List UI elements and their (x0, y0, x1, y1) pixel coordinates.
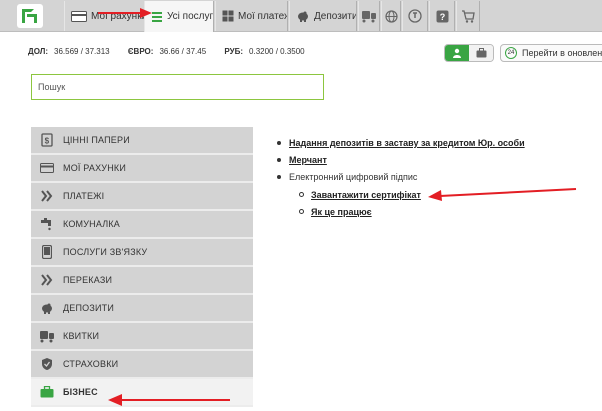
privatbank-logo-icon (22, 9, 37, 23)
menu-item-deposits[interactable]: ДЕПОЗИТИ (31, 295, 253, 323)
menu-item-label: ПЕРЕКАЗИ (63, 275, 113, 285)
menu-item-label: ПЛАТЕЖІ (63, 191, 105, 201)
usd-label: ДОЛ: (28, 47, 48, 56)
list-item: Електронний цифровий підпис (277, 170, 525, 187)
phone-icon (42, 245, 52, 259)
piggy-bank-icon (42, 303, 52, 314)
menu-item-label: ЦІННІ ПАПЕРИ (63, 135, 130, 145)
tickets-button[interactable] (358, 1, 380, 31)
menu-item-label: ДЕПОЗИТИ (63, 303, 115, 313)
tab-label: Мої платежі (238, 10, 288, 22)
tab-my-payments[interactable]: Мої платежі (215, 1, 288, 31)
menu-item-label: КВИТКИ (63, 331, 100, 341)
go-to-new-version-button[interactable]: 24 Перейти в оновлену (500, 44, 602, 62)
menu-item-label: МОЇ РАХУНКИ (63, 163, 127, 173)
piggy-bank-icon (298, 11, 308, 22)
business-mode-toggle[interactable] (469, 45, 493, 61)
menu-item-payments[interactable]: ПЛАТЕЖІ (31, 183, 253, 211)
user-icon (453, 48, 461, 58)
world-button[interactable] (381, 1, 401, 31)
usd-rate: 36.569 / 37.313 (54, 47, 110, 56)
menu-item-utilities[interactable]: КОМУНАЛКА (31, 211, 253, 239)
tab-label: Усі послуги (167, 11, 214, 22)
help-button[interactable]: ? (429, 1, 455, 31)
dial-icon (408, 9, 422, 23)
rub-rate: 0.3200 / 0.3500 (249, 47, 305, 56)
briefcase-icon (476, 48, 486, 58)
eur-label: ЄВРО: (127, 47, 154, 56)
transport-icon (362, 11, 376, 23)
list-item: Як це працює (277, 205, 525, 221)
faucet-icon (41, 218, 51, 231)
annotation-arrow-icon (108, 394, 230, 406)
annotation-arrow-icon (428, 188, 577, 201)
list-item: Мерчант (277, 153, 525, 170)
menu-item-insurance[interactable]: СТРАХОВКИ (31, 351, 253, 379)
double-chevron-icon (41, 274, 53, 286)
logo[interactable] (0, 0, 60, 32)
merchant-link[interactable]: Мерчант (289, 155, 327, 165)
svg-text:?: ? (439, 12, 445, 22)
globe-icon (384, 9, 398, 23)
menu-item-my-accounts[interactable]: МОЇ РАХУНКИ (31, 155, 253, 183)
svg-text:$: $ (45, 137, 50, 146)
deposit-collateral-link[interactable]: Надання депозитів в заставу за кредитом … (289, 138, 525, 148)
tab-deposits[interactable]: Депозити (289, 1, 357, 31)
briefcase-icon (40, 386, 54, 398)
rub-label: РУБ: (224, 47, 244, 56)
annotation-arrow-icon (98, 8, 152, 18)
dial-button[interactable] (402, 1, 428, 31)
menu-item-securities[interactable]: $ ЦІННІ ПАПЕРИ (31, 127, 253, 155)
cart-button[interactable] (456, 1, 480, 31)
eur-rate: 36.66 / 37.45 (159, 47, 207, 56)
help-icon: ? (436, 10, 448, 22)
menu-item-tickets[interactable]: КВИТКИ (31, 323, 253, 351)
privat24-badge-icon: 24 (505, 47, 517, 59)
esign-label: Електронний цифровий підпис (289, 172, 418, 182)
personal-mode-toggle[interactable] (445, 45, 469, 61)
top-navigation-bar: Мої рахунки Усі послуги Мої платежі Депо… (0, 0, 602, 32)
services-menu: $ ЦІННІ ПАПЕРИ МОЇ РАХУНКИ ПЛАТЕЖІ КОМУН… (31, 127, 253, 407)
transport-icon (40, 331, 54, 343)
download-certificate-link[interactable]: Завантажити сертифікат (311, 190, 421, 200)
menu-item-transfers[interactable]: ПЕРЕКАЗИ (31, 267, 253, 295)
business-services-list: Надання депозитів в заставу за кредитом … (277, 136, 525, 221)
card-icon (71, 10, 87, 22)
menu-item-label: СТРАХОВКИ (63, 359, 119, 369)
shield-icon (42, 358, 52, 370)
double-chevron-icon (41, 190, 53, 202)
role-switch (444, 44, 494, 62)
go-to-new-version-label: Перейти в оновлену (522, 48, 602, 58)
list-item: Надання депозитів в заставу за кредитом … (277, 136, 525, 153)
grid-icon (222, 10, 234, 22)
tab-label: Депозити (314, 10, 357, 22)
menu-item-label: БІЗНЕС (63, 387, 98, 397)
cart-icon (462, 9, 475, 23)
document-dollar-icon: $ (41, 133, 53, 147)
how-it-works-link[interactable]: Як це працює (311, 207, 372, 217)
search-input[interactable] (31, 74, 324, 100)
tab-all-services[interactable]: Усі послуги (144, 1, 214, 32)
menu-item-communication[interactable]: ПОСЛУГИ ЗВ'ЯЗКУ (31, 239, 253, 267)
card-icon (40, 163, 54, 173)
menu-item-label: КОМУНАЛКА (63, 219, 121, 229)
currency-rates: ДОЛ: 36.569 / 37.313 ЄВРО: 36.66 / 37.45 Р… (28, 47, 321, 56)
list-icon (152, 11, 162, 22)
menu-item-label: ПОСЛУГИ ЗВ'ЯЗКУ (63, 247, 148, 257)
